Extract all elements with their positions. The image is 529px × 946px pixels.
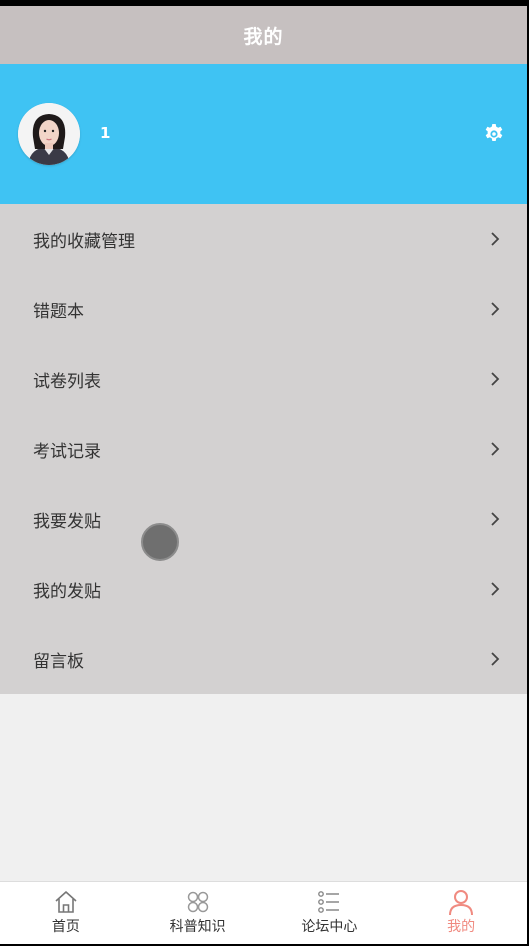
user-icon bbox=[449, 890, 474, 916]
menu-item-label: 我的收藏管理 bbox=[33, 231, 135, 252]
chevron-right-icon bbox=[491, 652, 500, 666]
chevron-right-icon bbox=[491, 582, 500, 596]
chevron-right-icon bbox=[491, 232, 500, 246]
menu-item-exam-papers[interactable]: 试卷列表 bbox=[0, 344, 527, 414]
bottom-tab-bar: 首页 科普知识 论坛中心 我的 bbox=[0, 881, 527, 944]
tab-science[interactable]: 科普知识 bbox=[132, 882, 264, 944]
menu-item-label: 考试记录 bbox=[33, 441, 101, 462]
username: 1 bbox=[100, 124, 111, 142]
tab-label: 论坛中心 bbox=[301, 919, 358, 935]
menu-list: 我的收藏管理 错题本 试卷列表 考试记录 我要发贴 我的发贴 留言板 bbox=[0, 204, 527, 694]
avatar[interactable] bbox=[18, 103, 80, 165]
grid-icon bbox=[187, 891, 208, 913]
top-bar: 我的 bbox=[0, 6, 527, 64]
menu-item-label: 留言板 bbox=[33, 651, 84, 672]
menu-item-label: 错题本 bbox=[33, 301, 84, 322]
chevron-right-icon bbox=[491, 512, 500, 526]
home-icon bbox=[55, 891, 77, 913]
touch-indicator bbox=[141, 523, 179, 561]
menu-item-message-board[interactable]: 留言板 bbox=[0, 624, 527, 694]
menu-item-label: 试卷列表 bbox=[33, 371, 101, 392]
menu-item-new-post[interactable]: 我要发贴 bbox=[0, 484, 527, 554]
tab-home[interactable]: 首页 bbox=[0, 882, 132, 944]
tab-label: 我的 bbox=[447, 919, 476, 935]
tab-label: 科普知识 bbox=[169, 919, 226, 935]
tab-mine[interactable]: 我的 bbox=[395, 882, 527, 944]
menu-item-exam-records[interactable]: 考试记录 bbox=[0, 414, 527, 484]
menu-item-wrong-questions[interactable]: 错题本 bbox=[0, 274, 527, 344]
tab-label: 首页 bbox=[51, 919, 80, 935]
chevron-right-icon bbox=[491, 372, 500, 386]
list-icon bbox=[318, 891, 340, 913]
chevron-right-icon bbox=[491, 442, 500, 456]
app-screen: 我的 1 我的收藏管理 错题本 试卷列表 考试记录 我要发贴 我的发贴 留言板 … bbox=[0, 6, 527, 944]
page-title: 我的 bbox=[243, 25, 284, 48]
chevron-right-icon bbox=[491, 302, 500, 316]
settings-gear-icon[interactable] bbox=[482, 122, 506, 146]
profile-card[interactable]: 1 bbox=[0, 64, 527, 204]
menu-item-my-posts[interactable]: 我的发贴 bbox=[0, 554, 527, 624]
menu-item-label: 我要发贴 bbox=[33, 511, 101, 532]
menu-item-label: 我的发贴 bbox=[33, 581, 101, 602]
menu-item-favorites[interactable]: 我的收藏管理 bbox=[0, 204, 527, 274]
tab-forum[interactable]: 论坛中心 bbox=[264, 882, 396, 944]
